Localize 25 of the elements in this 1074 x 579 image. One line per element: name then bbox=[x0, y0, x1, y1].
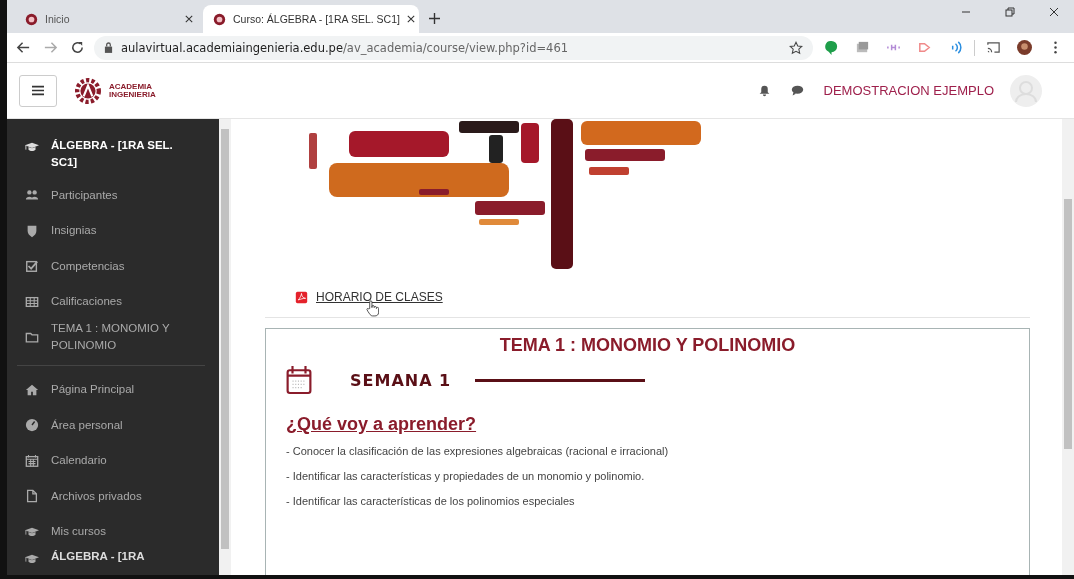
sidebar-item[interactable]: Mis cursos bbox=[25, 514, 219, 550]
sidebar-item[interactable]: ÁLGEBRA - [1RA bbox=[25, 549, 219, 566]
logo-text: INGENIERIA bbox=[109, 90, 156, 99]
sidebar-item[interactable]: Página Principal bbox=[25, 372, 219, 408]
sidebar-item[interactable]: TEMA 1 : MONOMIO Y POLINOMIO bbox=[25, 319, 219, 355]
sidebar-item[interactable]: Participantes bbox=[25, 177, 219, 213]
resource-link[interactable]: HORARIO DE CLASES bbox=[316, 290, 443, 304]
sidebar-item[interactable]: ÁLGEBRA - [1RA SEL. SC1] bbox=[25, 133, 219, 178]
sidebar-item[interactable]: Competencias bbox=[25, 248, 219, 284]
address-bar[interactable]: aulavirtual.academiaingenieria.edu.pe/av_academia/course/view.php?id=461 bbox=[94, 35, 813, 60]
sidebar-item[interactable]: Archivos privados bbox=[25, 478, 219, 514]
browser-tab[interactable]: Inicio bbox=[15, 5, 203, 33]
goal-text: - Conocer la clasificación de las expresiones algebraicas (racional e irracional) bbox=[286, 445, 670, 457]
sidebar-item[interactable]: Calendario bbox=[25, 443, 219, 479]
browser-tab[interactable]: Curso: ÁLGEBRA - [1RA SEL. SC1] bbox=[203, 5, 419, 33]
week-title: SEMANA 1 bbox=[350, 370, 452, 390]
section-title: TEMA 1 : MONOMIO Y POLINOMIO bbox=[498, 335, 797, 356]
sidebar-item[interactable]: Área personal bbox=[25, 407, 219, 443]
sidebar-item[interactable]: Insignias bbox=[25, 213, 219, 249]
sidebar-item[interactable]: Calificaciones bbox=[25, 284, 219, 320]
goal-text: - Identificar las características y propiedades de un monomio y polinomio. bbox=[286, 470, 646, 482]
goal-text: - Identificar las características de los polinomios especiales bbox=[286, 495, 576, 507]
logo-text: ACADEMIA bbox=[109, 82, 154, 91]
user-name[interactable]: DEMOSTRACION EJEMPLO bbox=[823, 83, 994, 98]
section-heading: ¿Qué voy a aprender? bbox=[286, 414, 478, 435]
